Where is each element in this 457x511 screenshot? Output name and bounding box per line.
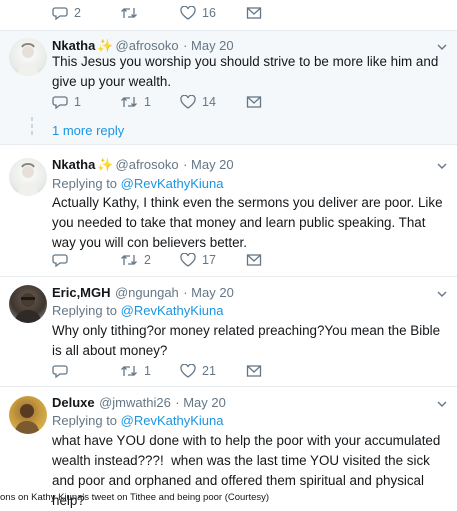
reply-icon xyxy=(52,7,68,20)
timestamp[interactable]: · May 20 xyxy=(183,285,234,300)
chevron-down-icon[interactable] xyxy=(437,161,447,171)
tweet-text: Actually Kathy, I think even the sermons… xyxy=(52,195,443,250)
replying-to: Replying to @RevKathyKiuna xyxy=(52,176,223,191)
thread-connector xyxy=(31,131,33,135)
reply-action[interactable]: 1 xyxy=(52,95,81,109)
reply-icon xyxy=(52,365,68,378)
handle[interactable]: @afrosoko xyxy=(116,38,179,53)
timestamp[interactable]: · May 20 xyxy=(183,157,234,172)
replying-label: Replying to xyxy=(52,413,118,428)
tweet-text: This Jesus you worship you should strive… xyxy=(52,54,439,89)
replying-to-link[interactable]: @RevKathyKiuna xyxy=(121,303,224,318)
like-count: 14 xyxy=(202,95,216,109)
thread-connector xyxy=(31,117,33,121)
timestamp[interactable]: · May 20 xyxy=(175,395,226,410)
retweet-icon xyxy=(121,366,137,376)
envelope-icon xyxy=(246,7,262,19)
thread-connector xyxy=(31,124,33,128)
handle[interactable]: @afrosoko xyxy=(116,157,179,172)
like-count: 17 xyxy=(202,253,216,267)
timestamp[interactable]: · May 20 xyxy=(183,38,234,53)
display-name[interactable]: Nkatha xyxy=(52,157,95,172)
tweet-header: Nkatha ✨ @afrosoko · May 20 xyxy=(52,156,234,174)
tweet-text: Why only tithing?or money related preach… xyxy=(52,323,441,358)
replying-label: Replying to xyxy=(52,176,118,191)
chevron-down-icon[interactable] xyxy=(437,399,447,409)
retweet-action[interactable]: 1 xyxy=(120,364,151,378)
like-action[interactable]: 16 xyxy=(180,6,216,20)
replying-to: Replying to @RevKathyKiuna xyxy=(52,413,223,428)
envelope-icon xyxy=(246,96,262,108)
avatar[interactable] xyxy=(9,158,47,196)
avatar-figure xyxy=(14,404,40,434)
avatar-figure xyxy=(14,293,42,323)
heart-icon xyxy=(180,253,196,267)
retweet-action[interactable] xyxy=(120,6,138,20)
sparkle-icon: ✨ xyxy=(97,38,114,53)
replying-to-link[interactable]: @RevKathyKiuna xyxy=(121,413,224,428)
like-action[interactable]: 17 xyxy=(180,253,216,267)
avatar[interactable] xyxy=(9,396,47,434)
reply-action[interactable]: 2 xyxy=(52,6,81,20)
retweet-icon xyxy=(121,8,137,18)
image-caption: ons on Kathy Kiuna's tweet on Tithee and… xyxy=(0,492,270,503)
handle[interactable]: @ngungah xyxy=(115,285,179,300)
display-name[interactable]: Nkatha xyxy=(52,38,95,53)
envelope-icon xyxy=(246,254,262,266)
chevron-down-icon[interactable] xyxy=(437,289,447,299)
retweet-count: 1 xyxy=(144,95,151,109)
like-action[interactable]: 14 xyxy=(180,95,216,109)
dm-action[interactable] xyxy=(246,253,262,267)
dm-action[interactable] xyxy=(246,6,262,20)
retweet-count: 1 xyxy=(144,364,151,378)
heart-icon xyxy=(180,364,196,378)
tweet-header: Deluxe @jmwathi26 · May 20 xyxy=(52,394,226,412)
heart-icon xyxy=(180,6,196,20)
reply-icon xyxy=(52,254,68,267)
display-name[interactable]: Eric,MGH xyxy=(52,285,111,300)
heart-icon xyxy=(180,95,196,109)
dm-action[interactable] xyxy=(246,95,262,109)
reply-action[interactable] xyxy=(52,364,68,378)
tweet-header: Eric,MGH @ngungah · May 20 xyxy=(52,284,234,302)
retweet-count: 2 xyxy=(144,253,151,267)
retweet-icon xyxy=(121,97,137,107)
dm-action[interactable] xyxy=(246,364,262,378)
reply-icon xyxy=(52,96,68,109)
reply-count: 1 xyxy=(74,95,81,109)
avatar-figure xyxy=(17,43,39,76)
retweet-action[interactable]: 2 xyxy=(120,253,151,267)
replying-to-link[interactable]: @RevKathyKiuna xyxy=(121,176,224,191)
retweet-action[interactable]: 1 xyxy=(120,95,151,109)
chevron-down-icon[interactable] xyxy=(437,42,447,52)
like-action[interactable]: 21 xyxy=(180,364,216,378)
replying-label: Replying to xyxy=(52,303,118,318)
like-count: 21 xyxy=(202,364,216,378)
avatar[interactable] xyxy=(9,38,47,76)
replying-to: Replying to @RevKathyKiuna xyxy=(52,303,223,318)
sparkle-icon: ✨ xyxy=(97,157,114,172)
avatar[interactable] xyxy=(9,285,47,323)
avatar-figure xyxy=(17,163,39,196)
retweet-icon xyxy=(121,255,137,265)
envelope-icon xyxy=(246,365,262,377)
more-replies-link[interactable]: 1 more reply xyxy=(52,123,124,138)
like-count: 16 xyxy=(202,6,216,20)
display-name[interactable]: Deluxe xyxy=(52,395,95,410)
handle[interactable]: @jmwathi26 xyxy=(99,395,171,410)
reply-action[interactable] xyxy=(52,253,68,267)
reply-count: 2 xyxy=(74,6,81,20)
